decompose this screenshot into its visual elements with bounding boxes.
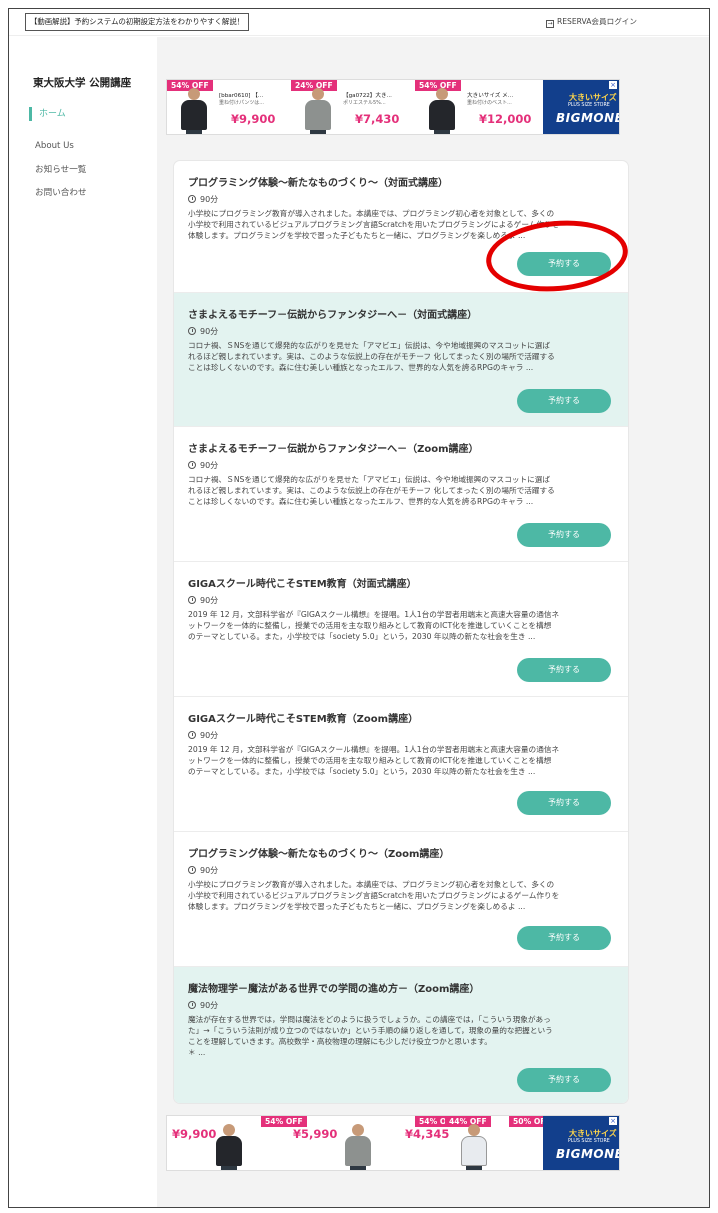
sidebar: 東大阪大学 公開講座 ホーム About Us お知らせ一覧 お問い合わせ — [9, 37, 157, 1207]
top-ad-banner[interactable]: 54% OFF [bbar0610] 【... 重ね付けパンツは... ¥9,9… — [166, 79, 620, 135]
clock-icon — [188, 866, 196, 874]
reserve-button[interactable]: 予約する — [517, 389, 611, 413]
product-image — [303, 88, 333, 134]
product-price: ¥7,430 — [355, 112, 400, 126]
product-price: ¥9,900 — [172, 1127, 217, 1141]
member-login-label: RESERVA会員ログイン — [556, 17, 637, 26]
course-title[interactable]: GIGAスクール時代こそSTEM教育（Zoom講座） — [188, 712, 613, 728]
clock-icon — [188, 596, 196, 604]
duration-text: 90分 — [200, 461, 219, 470]
clock-icon — [188, 327, 196, 335]
product-image — [214, 1124, 244, 1170]
product-image — [179, 88, 209, 134]
login-icon: → — [545, 20, 554, 28]
course-duration: 90分 — [188, 864, 613, 877]
sidebar-item-about-us[interactable]: About Us — [35, 141, 74, 151]
reserve-button[interactable]: 予約する — [517, 791, 611, 815]
course-duration: 90分 — [188, 459, 613, 472]
course-duration: 90分 — [188, 594, 613, 607]
course-description: コロナ禍、ＳNSを通じて爆発的な広がりを見せた「アマビエ」伝説は、今や地域振興の… — [188, 341, 555, 372]
brand-store-label: PLUS SIZE STORE — [568, 1139, 610, 1144]
duration-text: 90分 — [200, 596, 219, 605]
course-duration: 90分 — [188, 729, 613, 742]
sidebar-item-home[interactable]: ホーム — [29, 107, 66, 121]
clock-icon — [188, 461, 196, 469]
ad-product-card[interactable]: ¥5,990 — [261, 1116, 371, 1170]
ad-product-card[interactable]: 54% OFF 大きいサイズ メ... 重ね付けのベスト... ¥12,000 — [415, 80, 539, 134]
product-subtitle: 重ね付けパンツは... — [219, 100, 265, 106]
course-card: GIGAスクール時代こそSTEM教育（Zoom講座） 90分 2019 年 12… — [174, 697, 628, 832]
course-title[interactable]: GIGAスクール時代こそSTEM教育（対面式講座） — [188, 577, 613, 593]
course-description: 2019 年 12 月，文部科学省が『GIGAスクール構想』を提唱。1人1台の学… — [188, 610, 560, 641]
clock-icon — [188, 195, 196, 203]
product-image — [459, 1124, 489, 1170]
bottom-ad-banner[interactable]: ¥9,900 54% OFF ¥5,990 54% OFF ¥4,345 44%… — [166, 1115, 620, 1171]
ad-close-icon[interactable]: × — [609, 81, 617, 89]
ad-product-card[interactable]: ¥9,900 54% OFF — [167, 1116, 307, 1170]
ad-product-card[interactable]: 54% OFF ¥4,345 — [355, 1116, 461, 1170]
course-duration: 90分 — [188, 999, 613, 1012]
sidebar-item-contact[interactable]: お問い合わせ — [35, 186, 87, 198]
clock-icon — [188, 1001, 196, 1009]
course-description: 小学校にプログラミング教育が導入されました。本講座では、プログラミング初心者を対… — [188, 880, 560, 911]
product-code: 大きいサイズ メ... — [467, 93, 514, 99]
course-title[interactable]: さまよえるモチーフ－伝説からファンタジーへ－（対面式講座） — [188, 308, 613, 324]
browser-page: 【動画解説】予約システムの初期設定方法をわかりやすく解説！ → RESERVA会員… — [8, 8, 710, 1208]
product-subtitle: ポリエステル5%... — [343, 100, 386, 106]
site-title[interactable]: 東大阪大学 公開講座 — [33, 75, 131, 90]
course-card: さまよえるモチーフ－伝説からファンタジーへ－（Zoom講座） 90分 コロナ禍、… — [174, 427, 628, 562]
course-title[interactable]: プログラミング体験～新たなものづくり～（Zoom講座） — [188, 847, 613, 863]
course-description: コロナ禍、ＳNSを通じて爆発的な広がりを見せた「アマビエ」伝説は、今や地域振興の… — [188, 475, 555, 506]
brand-store-label: PLUS SIZE STORE — [568, 103, 610, 108]
clock-icon — [188, 731, 196, 739]
reserve-button[interactable]: 予約する — [517, 658, 611, 682]
brand-tagline: 大きいサイズ — [569, 93, 617, 102]
brand-tagline: 大きいサイズ — [569, 1129, 617, 1138]
ad-product-card[interactable]: 44% OFF 50% OFF — [445, 1116, 555, 1170]
product-price: ¥9,900 — [231, 112, 276, 126]
member-login-link[interactable]: → RESERVA会員ログイン — [545, 14, 637, 30]
video-guide-link[interactable]: 【動画解説】予約システムの初期設定方法をわかりやすく解説！ — [25, 13, 250, 31]
bigmone-brand-logo[interactable]: × 大きいサイズ PLUS SIZE STORE BIGMONE — [543, 80, 620, 134]
course-description: 2019 年 12 月，文部科学省が『GIGAスクール構想』を提唱。1人1台の学… — [188, 745, 560, 776]
course-title[interactable]: 魔法物理学－魔法がある世界での学問の進め方－（Zoom講座） — [188, 982, 613, 998]
course-title[interactable]: プログラミング体験～新たなものづくり～（対面式講座） — [188, 176, 613, 192]
ad-product-card[interactable]: 24% OFF 【ga0722】大き... ポリエステル5%... ¥7,430 — [291, 80, 415, 134]
reserve-button[interactable]: 予約する — [517, 926, 611, 950]
product-code: [bbar0610] 【... — [219, 93, 264, 99]
ad-close-icon[interactable]: × — [609, 1117, 617, 1125]
course-list: プログラミング体験～新たなものづくり～（対面式講座） 90分 小学校にプログラミ… — [174, 161, 628, 1103]
brand-name: BIGMONE — [556, 1147, 620, 1161]
product-code: 【ga0722】大き... — [343, 93, 392, 99]
course-duration: 90分 — [188, 325, 613, 338]
duration-text: 90分 — [200, 327, 219, 336]
course-description: 魔法が存在する世界では，学問は魔法をどのように扱うでしょうか。この講座では，「こ… — [188, 1015, 553, 1057]
product-price: ¥5,990 — [293, 1127, 338, 1141]
reserve-button[interactable]: 予約する — [517, 523, 611, 547]
duration-text: 90分 — [200, 1001, 219, 1010]
product-price: ¥4,345 — [405, 1127, 450, 1141]
course-card: さまよえるモチーフ－伝説からファンタジーへ－（対面式講座） 90分 コロナ禍、Ｓ… — [174, 293, 628, 427]
course-title[interactable]: さまよえるモチーフ－伝説からファンタジーへ－（Zoom講座） — [188, 442, 613, 458]
product-subtitle: 重ね付けのベスト... — [467, 100, 512, 106]
reserve-button[interactable]: 予約する — [517, 1068, 611, 1092]
sidebar-item-news[interactable]: お知らせ一覧 — [35, 163, 86, 175]
course-card: プログラミング体験～新たなものづくり～（Zoom講座） 90分 小学校にプログラ… — [174, 832, 628, 967]
product-image — [427, 88, 457, 134]
top-bar: 【動画解説】予約システムの初期設定方法をわかりやすく解説！ → RESERVA会員… — [9, 9, 709, 36]
duration-text: 90分 — [200, 195, 219, 204]
bigmone-brand-logo[interactable]: × 大きいサイズ PLUS SIZE STORE BIGMONE — [543, 1116, 620, 1170]
course-card: 魔法物理学－魔法がある世界での学問の進め方－（Zoom講座） 90分 魔法が存在… — [174, 967, 628, 1103]
duration-text: 90分 — [200, 731, 219, 740]
ad-product-card[interactable]: 54% OFF [bbar0610] 【... 重ね付けパンツは... ¥9,9… — [167, 80, 291, 134]
product-price: ¥12,000 — [479, 112, 532, 126]
brand-name: BIGMONE — [556, 111, 620, 125]
duration-text: 90分 — [200, 866, 219, 875]
course-card: GIGAスクール時代こそSTEM教育（対面式講座） 90分 2019 年 12 … — [174, 562, 628, 697]
course-duration: 90分 — [188, 193, 613, 206]
